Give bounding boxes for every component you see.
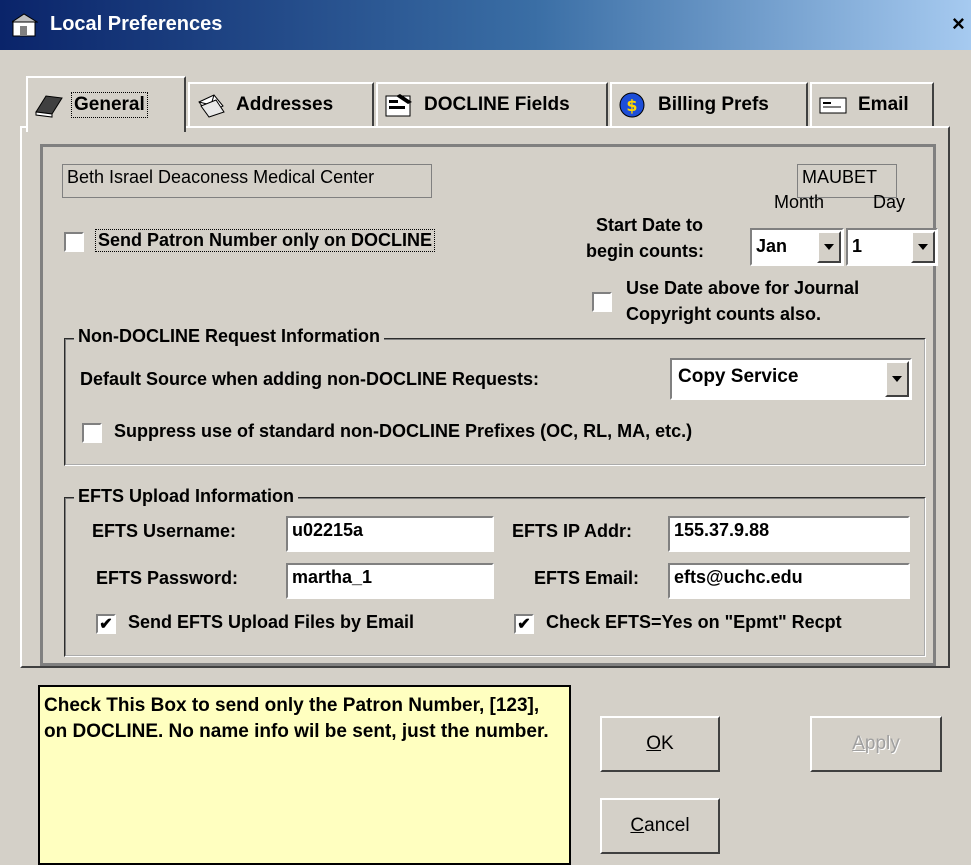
efts-password-label: EFTS Password: — [96, 568, 239, 588]
day-select-value: 1 — [852, 236, 863, 256]
efts-email-field[interactable]: efts@uchc.edu — [668, 563, 910, 599]
chevron-down-icon[interactable] — [911, 231, 935, 263]
efts-ip-label: EFTS IP Addr: — [512, 521, 633, 541]
start-date-label-1: Start Date to — [596, 215, 704, 235]
chevron-down-icon[interactable] — [885, 361, 909, 397]
tab-general[interactable]: General — [26, 76, 186, 132]
title-bar: Local Preferences × — [0, 0, 971, 50]
email-card-icon — [819, 97, 847, 114]
default-source-label: Default Source when adding non-DOCLINE R… — [80, 369, 540, 389]
efts-ip-field[interactable]: 155.37.9.88 — [668, 516, 910, 552]
tab-billing-prefs[interactable]: $ Billing Prefs — [610, 82, 808, 126]
efts-username-field[interactable]: u02215a — [286, 516, 494, 552]
apply-button-label: Apply — [852, 733, 900, 754]
suppress-prefixes-checkbox[interactable] — [82, 423, 102, 443]
send-efts-email-checkbox[interactable]: ✔ — [96, 614, 116, 634]
envelopes-icon — [198, 94, 225, 118]
use-date-label-1[interactable]: Use Date above for Journal — [626, 278, 859, 299]
book-icon — [35, 95, 63, 118]
form-icon — [385, 94, 412, 117]
check-efts-yes-label[interactable]: Check EFTS=Yes on "Epmt" Recpt — [546, 612, 842, 633]
chevron-down-icon[interactable] — [817, 231, 841, 263]
default-source-select[interactable]: Copy Service — [670, 358, 912, 400]
institution-name-field[interactable]: Beth Israel Deaconess Medical Center — [62, 164, 432, 198]
help-text: Check This Box to send only the Patron N… — [44, 695, 549, 742]
send-patron-checkbox[interactable] — [64, 232, 84, 252]
efts-email-label: EFTS Email: — [534, 568, 640, 588]
non-docline-legend: Non-DOCLINE Request Information — [74, 326, 384, 347]
start-date-label-2: begin counts: — [586, 241, 704, 261]
send-efts-email-label[interactable]: Send EFTS Upload Files by Email — [128, 612, 414, 633]
use-date-checkbox[interactable] — [592, 292, 612, 312]
efts-legend: EFTS Upload Information — [74, 486, 298, 507]
day-select[interactable]: 1 — [846, 228, 938, 266]
month-select[interactable]: Jan — [750, 228, 844, 266]
close-icon[interactable]: × — [952, 12, 971, 36]
tab-general-label: General — [71, 92, 148, 118]
window-title: Local Preferences — [50, 13, 223, 35]
tab-addresses[interactable]: Addresses — [188, 82, 374, 126]
tab-addresses-label: Addresses — [236, 94, 334, 115]
tab-docline-fields-label: DOCLINE Fields — [424, 94, 570, 115]
tab-billing-prefs-label: Billing Prefs — [658, 94, 769, 115]
tab-email-label: Email — [858, 94, 909, 115]
month-label: Month — [774, 192, 825, 212]
tab-email[interactable]: Email — [810, 82, 934, 126]
default-source-value: Copy Service — [678, 366, 799, 387]
svg-text:$: $ — [626, 96, 637, 115]
cancel-button[interactable]: Cancel — [600, 798, 720, 854]
efts-password-field[interactable]: martha_1 — [286, 563, 494, 599]
apply-button[interactable]: Apply — [810, 716, 942, 772]
app-icon — [12, 13, 38, 37]
month-select-value: Jan — [756, 236, 788, 256]
day-label: Day — [873, 192, 906, 212]
ok-button[interactable]: OK — [600, 716, 720, 772]
check-efts-yes-checkbox[interactable]: ✔ — [514, 614, 534, 634]
help-text-box: Check This Box to send only the Patron N… — [38, 685, 571, 865]
suppress-prefixes-label[interactable]: Suppress use of standard non-DOCLINE Pre… — [114, 421, 692, 442]
ok-button-label: OK — [646, 733, 674, 754]
use-date-label-2[interactable]: Copyright counts also. — [626, 304, 821, 325]
check-efts-yes-checkmark: ✔ — [517, 616, 531, 633]
tab-docline-fields[interactable]: DOCLINE Fields — [376, 82, 608, 126]
efts-username-label: EFTS Username: — [92, 521, 237, 541]
cancel-button-label: Cancel — [630, 815, 690, 836]
send-patron-label[interactable]: Send Patron Number only on DOCLINE — [94, 229, 436, 252]
dollar-icon: $ — [619, 92, 645, 118]
send-efts-email-checkmark: ✔ — [99, 616, 113, 633]
